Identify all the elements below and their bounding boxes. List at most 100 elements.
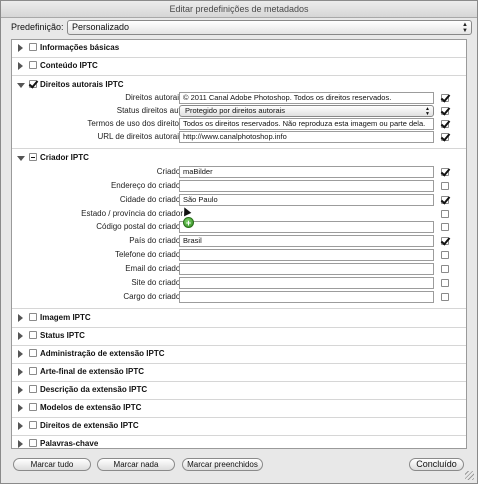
field-label: Cidade do criador (119, 195, 183, 204)
section-keywords[interactable]: Palavras-chave (12, 436, 466, 452)
copyright-input[interactable]: © 2011 Canal Adobe Photoshop. Todos os d… (179, 92, 434, 104)
section-checkbox[interactable] (29, 421, 37, 429)
divider (12, 308, 466, 309)
creator-job-title-input[interactable] (179, 291, 434, 303)
section-title: Imagem IPTC (40, 313, 91, 322)
section-iptc-status[interactable]: Status IPTC (12, 328, 466, 344)
done-button[interactable]: Concluído (409, 458, 464, 471)
section-checkbox[interactable] (29, 349, 37, 357)
field-label: Direitos autorais (125, 93, 183, 102)
select-none-button[interactable]: Marcar nada (97, 458, 175, 471)
creator-city-input[interactable]: São Paulo (179, 194, 434, 206)
field-checkbox[interactable] (441, 251, 449, 259)
resize-grip-icon[interactable] (465, 471, 474, 480)
metadata-panel: Informações básicas Conteúdo IPTC Direit… (11, 39, 467, 449)
disclosure-triangle-icon[interactable] (18, 350, 23, 358)
window-title: Editar predefinições de metadados (1, 1, 477, 18)
field-checkbox[interactable] (441, 168, 449, 176)
disclosure-triangle-icon[interactable] (18, 44, 23, 52)
field-checkbox[interactable] (441, 107, 449, 115)
field-checkbox[interactable] (441, 94, 449, 102)
disclosure-triangle-icon[interactable] (18, 404, 23, 412)
creator-address-input[interactable] (179, 180, 434, 192)
field-row-creator-country: País do criador Brasil (12, 235, 466, 248)
divider (12, 75, 466, 76)
field-row-copyright-url: URL de direitos autorais http://www.cana… (12, 131, 466, 144)
field-checkbox[interactable] (441, 133, 449, 141)
field-row-rights-usage: Termos de uso dos direitos Todos os dire… (12, 118, 466, 131)
copyright-status-select[interactable]: Protegido por direitos autorais ▲ ▼ (179, 105, 434, 117)
field-label: Código postal do criador (96, 222, 183, 231)
field-checkbox[interactable] (441, 293, 449, 301)
preset-select[interactable]: Personalizado ▲ ▼ (67, 20, 472, 35)
creator-website-input[interactable] (179, 277, 434, 289)
section-title: Direitos de extensão IPTC (40, 421, 139, 430)
section-checkbox[interactable] (29, 403, 37, 411)
rights-usage-input[interactable]: Todos os direitos reservados. Não reprod… (179, 118, 434, 130)
field-checkbox[interactable] (441, 279, 449, 287)
field-label: Site do criador (131, 278, 183, 287)
copyright-url-input[interactable]: http://www.canalphotoshop.info (179, 131, 434, 143)
disclosure-triangle-icon[interactable] (17, 156, 25, 161)
disclosure-triangle-icon[interactable] (18, 332, 23, 340)
updown-arrows-icon: ▲ ▼ (425, 106, 430, 117)
section-checkbox[interactable] (29, 385, 37, 393)
field-row-creator-city: Cidade do criador São Paulo (12, 194, 466, 207)
disclosure-triangle-icon[interactable] (18, 368, 23, 376)
field-checkbox[interactable] (441, 210, 449, 218)
field-checkbox[interactable] (441, 223, 449, 231)
section-checkbox[interactable] (29, 43, 37, 51)
field-label: Endereço do criador (110, 181, 183, 190)
field-checkbox[interactable] (441, 182, 449, 190)
creator-input[interactable]: maBilder (179, 166, 434, 178)
field-label: Cargo do criador (123, 292, 183, 301)
section-iptc-ext-admin[interactable]: Administração de extensão IPTC (12, 346, 466, 362)
section-checkbox[interactable] (29, 367, 37, 375)
disclosure-triangle-icon[interactable] (18, 422, 23, 430)
field-row-copyright-status: Status direitos aut. Protegido por direi… (12, 105, 466, 118)
section-iptc-creator[interactable]: Criador IPTC (12, 150, 466, 166)
disclosure-triangle-icon[interactable] (18, 440, 23, 448)
section-iptc-ext-artwork[interactable]: Arte-final de extensão IPTC (12, 364, 466, 380)
section-checkbox[interactable] (29, 61, 37, 69)
section-basic-info[interactable]: Informações básicas (12, 40, 466, 56)
section-iptc-ext-rights[interactable]: Direitos de extensão IPTC (12, 418, 466, 434)
field-checkbox[interactable] (441, 196, 449, 204)
section-checkbox[interactable] (29, 439, 37, 447)
disclosure-triangle-icon[interactable] (17, 83, 25, 88)
creator-country-input[interactable]: Brasil (179, 235, 434, 247)
section-checkbox[interactable] (29, 80, 37, 88)
section-iptc-image[interactable]: Imagem IPTC (12, 310, 466, 326)
select-filled-button[interactable]: Marcar preenchidos (182, 458, 263, 471)
section-title: Administração de extensão IPTC (40, 349, 165, 358)
section-iptc-ext-description[interactable]: Descrição da extensão IPTC (12, 382, 466, 398)
preset-value: Personalizado (72, 22, 130, 32)
field-row-creator-address: Endereço do criador (12, 180, 466, 193)
section-title: Criador IPTC (40, 153, 89, 162)
updown-arrows-icon: ▲ ▼ (462, 22, 468, 34)
section-checkbox[interactable] (29, 313, 37, 321)
section-checkbox[interactable] (29, 331, 37, 339)
disclosure-triangle-icon[interactable] (18, 314, 23, 322)
field-label: Email do criador (125, 264, 183, 273)
field-checkbox[interactable] (441, 237, 449, 245)
disclosure-triangle-icon[interactable] (18, 62, 23, 70)
field-checkbox[interactable] (441, 265, 449, 273)
field-label: Telefone do criador (114, 250, 183, 259)
creator-postal-code-input[interactable] (179, 221, 434, 233)
field-checkbox[interactable] (441, 120, 449, 128)
section-title: Status IPTC (40, 331, 85, 340)
disclosure-triangle-icon[interactable] (18, 386, 23, 394)
field-row-creator-website: Site do criador (12, 277, 466, 290)
select-all-button[interactable]: Marcar tudo (13, 458, 91, 471)
section-iptc-ext-models[interactable]: Modelos de extensão IPTC (12, 400, 466, 416)
section-iptc-copyright[interactable]: Direitos autorais IPTC (12, 77, 466, 93)
creator-phone-input[interactable] (179, 249, 434, 261)
section-iptc-content[interactable]: Conteúdo IPTC (12, 58, 466, 74)
field-label: País do criador (129, 236, 183, 245)
add-plus-icon: + (183, 217, 194, 228)
creator-email-input[interactable] (179, 263, 434, 275)
section-checkbox[interactable] (29, 153, 37, 161)
section-title: Informações básicas (40, 43, 120, 52)
field-row-creator-postal-code: Código postal do criador (12, 221, 466, 234)
